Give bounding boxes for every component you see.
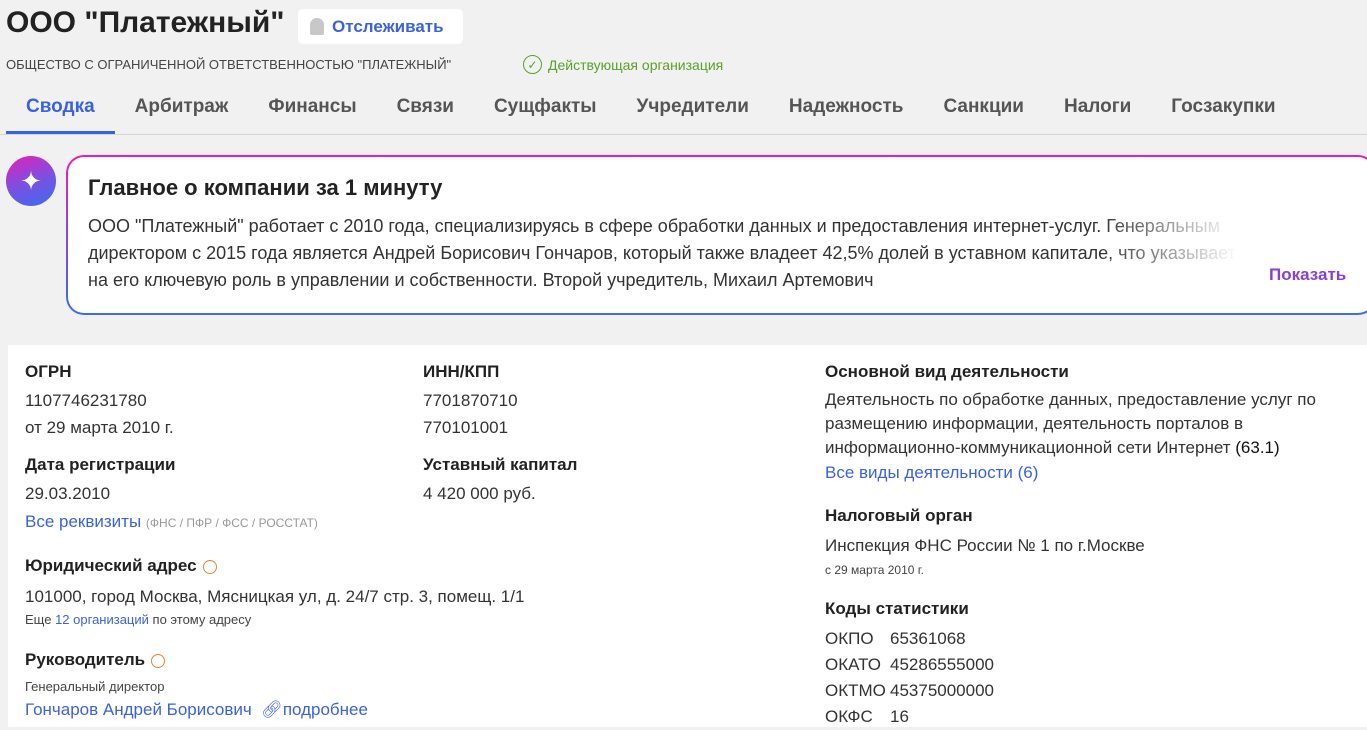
follow-label: Отслеживать [332, 16, 444, 36]
all-activities-link[interactable]: Все виды деятельности (6) [825, 463, 1038, 482]
ogrn-value: 1107746231780 [25, 391, 147, 410]
activity-code: (63.1) [1235, 438, 1280, 457]
stats-label: Коды статистики [825, 599, 969, 618]
address-value: 101000, город Москва, Мясницкая ул, д. 2… [25, 587, 525, 606]
company-full-name: ОБЩЕСТВО С ОГРАНИЧЕННОЙ ОТВЕТСТВЕННОСТЬЮ… [6, 57, 452, 72]
ai-summary-card: Главное о компании за 1 минуту ООО "Плат… [66, 155, 1367, 315]
clock-icon[interactable] [202, 559, 217, 574]
stats-row: ОКФС 16 [825, 704, 909, 730]
tab-procurement[interactable]: Госзакупки [1171, 86, 1275, 134]
stat-key: ОКФС [825, 707, 873, 726]
follow-button[interactable]: Отслеживать [298, 9, 463, 44]
details-card: ОГРН 1107746231780 от 29 марта 2010 г. Д… [8, 345, 1367, 727]
show-more-button[interactable]: Показать [1269, 265, 1346, 285]
ai-summary-text: ООО "Платежный" работает с 2010 года, сп… [88, 216, 1236, 290]
tab-summary[interactable]: Сводка [6, 86, 115, 134]
bell-icon [310, 18, 324, 35]
kpp-value: 770101001 [423, 418, 509, 437]
head-role: Генеральный директор [25, 679, 165, 694]
reg-date-value: 29.03.2010 [25, 484, 111, 503]
stat-value: 45375000000 [890, 681, 995, 700]
stat-value: 65361068 [890, 629, 966, 648]
address-more-post: по этому адресу [152, 612, 252, 627]
same-address-link[interactable]: 12 организаций [55, 612, 149, 627]
capital-value: 4 420 000 руб. [423, 484, 536, 503]
reg-date-label: Дата регистрации [25, 455, 176, 474]
ogrn-date: от 29 марта 2010 г. [25, 418, 174, 437]
stat-value: 16 [890, 707, 909, 726]
link-icon: 🔗︎ [261, 700, 283, 719]
company-title: ООО "Платежный" [6, 6, 285, 39]
status-badge: ✓ Действующая организация [523, 55, 723, 74]
ogrn-label: ОГРН [25, 362, 72, 381]
status-text: Действующая организация [548, 56, 724, 73]
inn-label: ИНН/КПП [423, 362, 500, 381]
tax-date: с 29 марта 2010 г. [825, 563, 924, 577]
tab-connections[interactable]: Связи [397, 86, 454, 134]
stats-row: ОКТМО 45375000000 [825, 678, 994, 704]
tab-sanctions[interactable]: Санкции [943, 86, 1024, 134]
ai-summary-title: Главное о компании за 1 минуту [88, 175, 443, 200]
head-more-link[interactable]: подробнее [283, 700, 368, 719]
tab-finance[interactable]: Финансы [268, 86, 356, 134]
inn-value: 7701870710 [423, 391, 518, 410]
address-label-text: Юридический адрес [25, 556, 197, 575]
address-label: Юридический адрес [25, 556, 217, 576]
head-label-text: Руководитель [25, 650, 146, 669]
tab-reliability[interactable]: Надежность [789, 86, 904, 134]
clock-icon[interactable] [151, 653, 166, 668]
stat-key: ОКАТО [825, 655, 881, 674]
tab-taxes[interactable]: Налоги [1064, 86, 1131, 134]
head-name-link[interactable]: Гончаров Андрей Борисович [25, 700, 252, 719]
stats-row: ОКПО 65361068 [825, 626, 966, 652]
stats-row: ОКАТО 45286555000 [825, 652, 994, 678]
capital-label: Уставный капитал [423, 455, 578, 474]
head-label: Руководитель [25, 650, 166, 670]
stat-key: ОКТМО [825, 681, 886, 700]
all-requisites-link[interactable]: Все реквизиты [25, 512, 141, 531]
tab-facts[interactable]: Сущфакты [494, 86, 597, 134]
address-more-pre: Еще [25, 612, 52, 627]
tab-bar: Сводка Арбитраж Финансы Связи Сущфакты У… [0, 86, 1367, 135]
stat-key: ОКПО [825, 629, 874, 648]
tab-founders[interactable]: Учредители [637, 86, 749, 134]
tax-value: Инспекция ФНС России № 1 по г.Москве [825, 536, 1145, 555]
sparkle-icon: ✦ [6, 156, 56, 206]
tab-arbitration[interactable]: Арбитраж [135, 86, 229, 134]
stat-value: 45286555000 [890, 655, 995, 674]
activity-label: Основной вид деятельности [825, 362, 1069, 381]
check-circle-icon: ✓ [523, 55, 542, 74]
tax-label: Налоговый орган [825, 506, 973, 525]
requisites-note: (ФНС / ПФР / ФСС / РОССТАТ) [145, 516, 318, 530]
